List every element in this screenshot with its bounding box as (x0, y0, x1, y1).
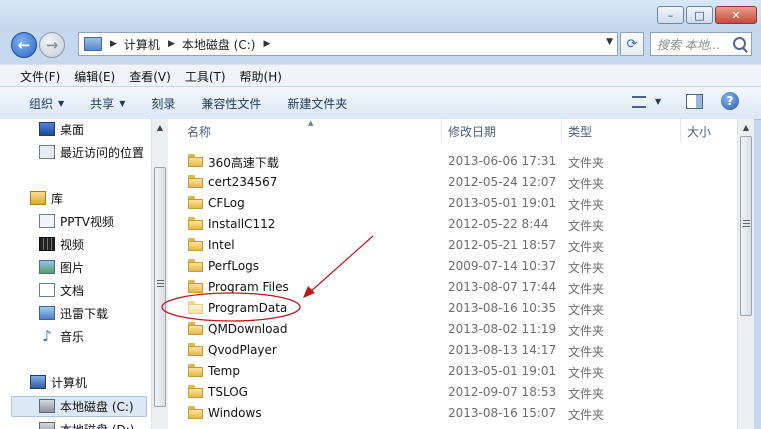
annotation-arrow-line (308, 235, 374, 294)
explorer-window: – □ ✕ ← → ▶ 计算机 ▶ 本地磁盘 (C:) ▶ ▼ ⟳ 搜索 本地.… (0, 0, 761, 429)
annotation-arrowhead (303, 286, 315, 298)
annotation-overlay (161, 235, 374, 322)
annotation-circle (161, 292, 301, 322)
